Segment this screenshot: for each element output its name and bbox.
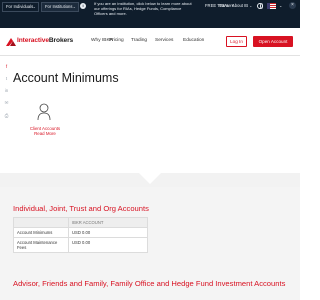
- section-arrow: [139, 173, 161, 184]
- close-icon[interactable]: ×: [289, 2, 296, 9]
- table-header-cell: [13, 217, 69, 228]
- nav-trading[interactable]: Trading: [131, 38, 147, 43]
- info-icon: i: [80, 3, 86, 9]
- print-icon[interactable]: ⎙: [4, 113, 9, 118]
- page-title: Account Minimums: [13, 71, 119, 85]
- segment-institutions-dropdown[interactable]: For Institutions ⌄: [41, 2, 79, 12]
- facebook-icon[interactable]: f: [4, 64, 9, 69]
- chevron-down-icon: ⌄: [249, 4, 253, 8]
- nav-services[interactable]: Services: [155, 38, 173, 43]
- nav-education[interactable]: Education: [183, 38, 204, 43]
- segment-individuals-label: For Individuals: [6, 4, 34, 9]
- about-ib-link[interactable]: About IB ⌄: [232, 2, 252, 10]
- email-icon[interactable]: ✉: [4, 100, 9, 105]
- nav-pricing[interactable]: Pricing: [109, 38, 124, 43]
- logo-part-brokers: Brokers: [48, 37, 74, 44]
- main-navigation: InteractiveBrokers Why IBKR Pricing Trad…: [0, 28, 300, 56]
- section-title-advisor: Advisor, Friends and Family, Family Offi…: [13, 279, 286, 288]
- institution-announcement[interactable]: If you are an institution, click below t…: [94, 1, 194, 16]
- top-utility-bar: For Individuals ⌄ For Institutions ⌄ i I…: [0, 0, 300, 28]
- table-row: Account Minimums USD 0.00: [13, 227, 148, 238]
- login-button[interactable]: Log In: [226, 36, 247, 47]
- logo-icon[interactable]: [6, 38, 16, 46]
- globe-icon[interactable]: [257, 3, 263, 9]
- segment-institutions-label: For Institutions: [45, 4, 73, 9]
- table-header-cell: IBKR ACCOUNT: [68, 217, 148, 228]
- chevron-down-icon[interactable]: ⌄: [279, 2, 282, 10]
- client-accounts-link[interactable]: Client Accounts Read More: [26, 126, 64, 137]
- table-cell-label: Account Maintenance Fees: [13, 237, 69, 253]
- account-minimums-table: IBKR ACCOUNT Account Minimums USD 0.00 A…: [13, 217, 148, 253]
- table-row: Account Maintenance Fees USD 0.00: [13, 237, 148, 253]
- chevron-down-icon: ⌄: [72, 4, 76, 9]
- about-ib-label: About IB: [232, 3, 249, 8]
- table-cell-value: USD 0.00: [68, 227, 148, 238]
- logo-wordmark[interactable]: InteractiveBrokers: [17, 37, 73, 44]
- linkedin-icon[interactable]: in: [4, 88, 9, 93]
- chevron-down-icon: ⌄: [32, 4, 36, 9]
- table-cell-value: USD 0.00: [68, 237, 148, 253]
- logo-part-interactive: Interactive: [17, 37, 49, 44]
- us-flag-icon[interactable]: [267, 3, 276, 9]
- table-cell-label: Account Minimums: [13, 227, 69, 238]
- person-icon[interactable]: [37, 103, 51, 121]
- section-title-individual: Individual, Joint, Trust and Org Account…: [13, 204, 149, 213]
- open-account-button[interactable]: Open Account: [253, 36, 293, 47]
- hero-section: f t in ✉ ⎙ Account Minimums Client Accou…: [0, 56, 300, 173]
- content-area: Individual, Joint, Trust and Org Account…: [0, 187, 300, 300]
- segment-individuals-dropdown[interactable]: For Individuals ⌄: [2, 2, 39, 12]
- twitter-icon[interactable]: t: [4, 76, 9, 81]
- table-header-row: IBKR ACCOUNT: [13, 217, 148, 228]
